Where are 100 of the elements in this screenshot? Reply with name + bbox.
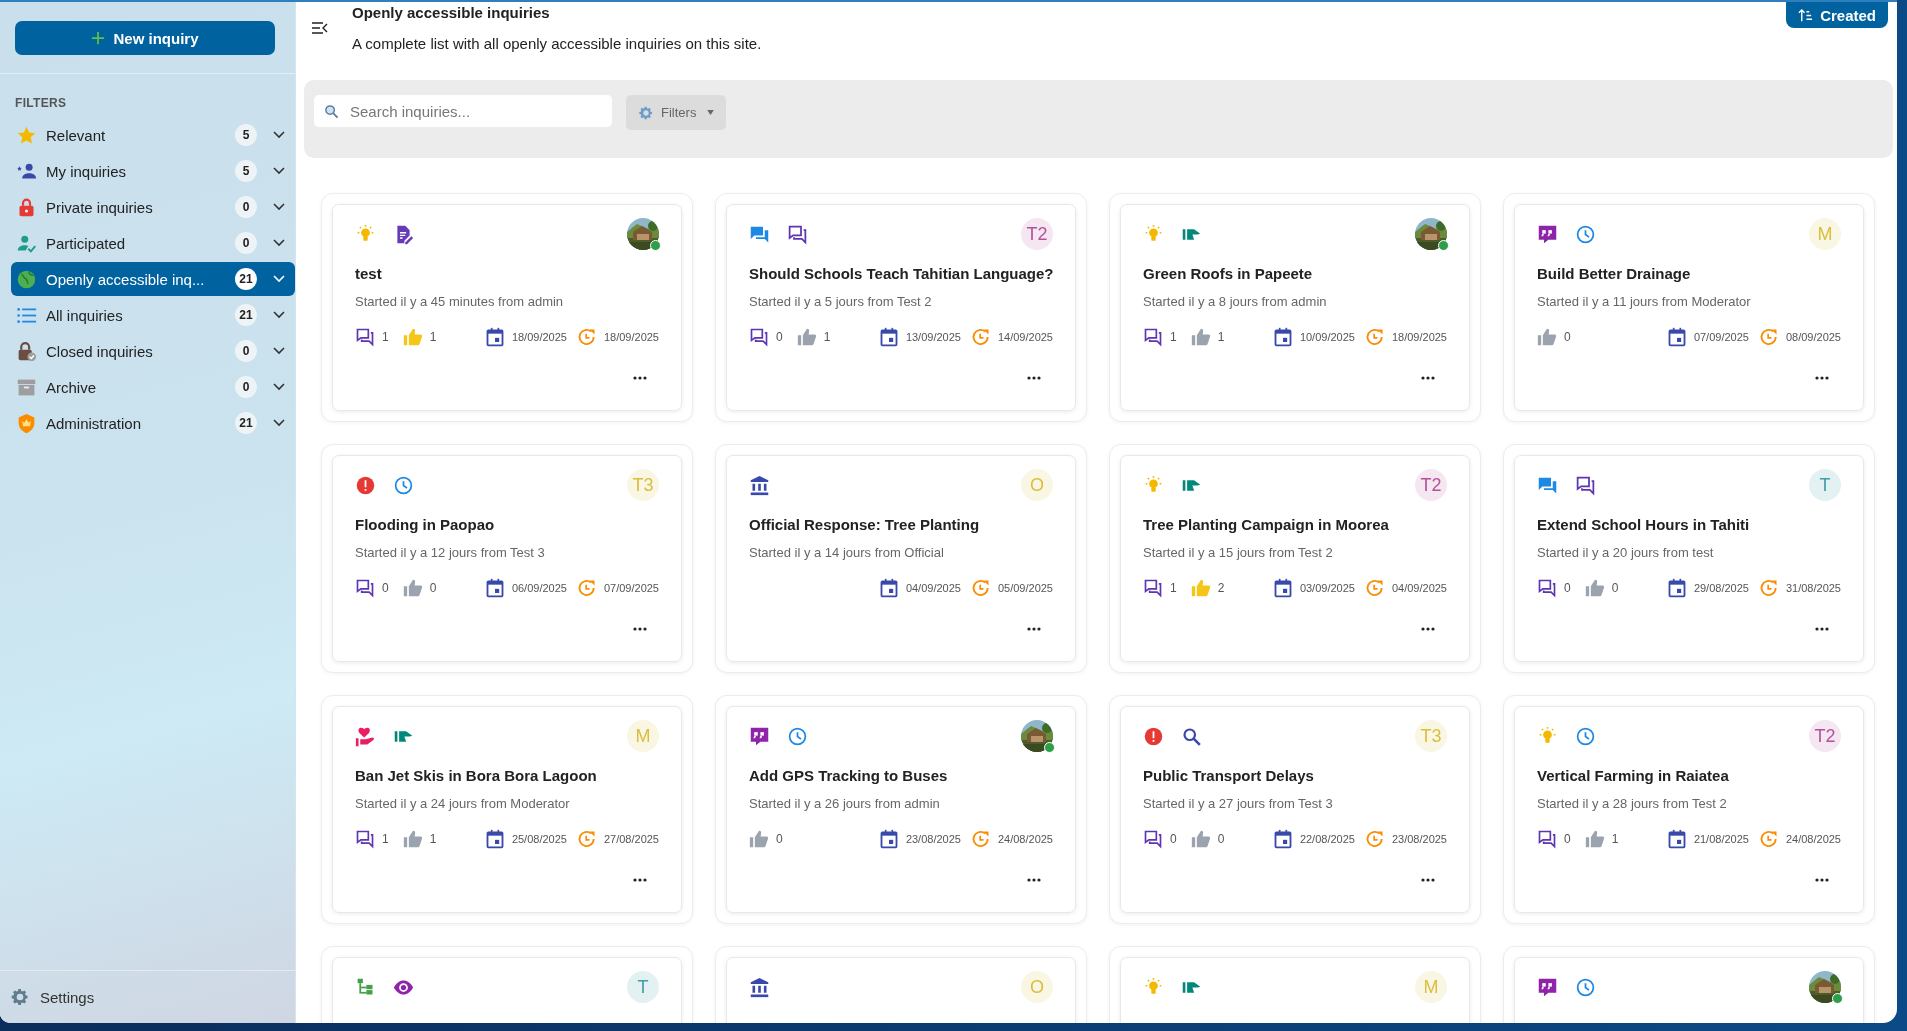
thumbs-up-icon[interactable] <box>402 578 423 598</box>
thumbs-up-icon[interactable] <box>749 829 769 849</box>
created-date: 21/08/2025 <box>1693 833 1749 845</box>
inquiry-card[interactable]: Green Roofs in Papeete Started il y a 8 jours from admin 1 1 10/09/2025 18/09/2025 <box>1120 204 1470 411</box>
new-inquiry-button[interactable]: New inquiry <box>15 21 275 55</box>
page-subtitle: A complete list with all openly accessible inquiries on this site. <box>352 35 763 52</box>
quote-icon <box>1537 976 1558 998</box>
sidebar-item[interactable]: Private inquiries 0 <box>11 190 295 224</box>
more-options-icon[interactable] <box>1815 376 1829 380</box>
more-options-icon[interactable] <box>1815 878 1829 882</box>
thumbs-up-icon[interactable] <box>1190 327 1211 347</box>
more-options-icon[interactable] <box>1421 627 1435 631</box>
update-clock-icon <box>576 327 597 347</box>
more-options-icon[interactable] <box>1421 376 1435 380</box>
sidebar-item[interactable]: My inquiries 5 <box>11 154 295 188</box>
more-options-icon[interactable] <box>1027 376 1041 380</box>
inquiry-card[interactable]: M Build Better Drainage Started il y a 11 jours from Moderator 0 07/09/2025 08/09/2025 <box>1514 204 1864 411</box>
more-options-icon[interactable] <box>1421 878 1435 882</box>
more-options-icon[interactable] <box>1815 627 1829 631</box>
chevron-down-icon[interactable] <box>273 167 285 175</box>
count-badge: 5 <box>235 124 257 146</box>
thumbs-up-icon[interactable] <box>1190 578 1211 598</box>
sort-button[interactable]: Created <box>1786 2 1888 28</box>
sidebar-item[interactable]: Participated 0 <box>11 226 295 260</box>
count-badge: 5 <box>235 160 257 182</box>
thumbs-up-icon[interactable] <box>1190 829 1211 849</box>
count-badge: 0 <box>235 196 257 218</box>
inquiry-card[interactable]: Add GPS Tracking to Buses Started il y a 26 jours from admin 0 23/08/2025 24/08/2025 <box>726 706 1076 913</box>
menu-icon[interactable] <box>312 22 328 34</box>
thumbs-up-icon[interactable] <box>402 327 423 347</box>
inquiry-card[interactable]: T3 Flooding in Paopao Started il y a 12 jours from Test 3 0 0 06/09/2025 07/09/2025 <box>332 455 682 662</box>
chevron-down-icon[interactable] <box>273 131 285 139</box>
card-meta: Started il y a 11 jours from Moderator <box>1537 294 1752 309</box>
more-options-icon[interactable] <box>633 878 647 882</box>
sidebar-item[interactable]: Archive 0 <box>11 370 295 404</box>
updated-date: 07/09/2025 <box>603 582 659 594</box>
user-avatar: T2 <box>1021 218 1053 250</box>
thumbs-up-icon[interactable] <box>1584 578 1605 598</box>
bank-icon <box>749 474 770 496</box>
chevron-down-icon[interactable] <box>273 203 285 211</box>
card-meta: Started il y a 15 jours from Test 2 <box>1143 545 1334 560</box>
user-avatar: T <box>627 971 659 1003</box>
inquiry-card[interactable]: T2 Vertical Farming in Raiatea Started il y a 28 jours from Test 2 0 1 21/08/2025 24/08/2025 <box>1514 706 1864 913</box>
chevron-down-icon[interactable] <box>273 383 285 391</box>
chevron-down-icon[interactable] <box>273 239 285 247</box>
inquiry-card[interactable]: O Official Response: Tree Planting Started il y a 14 jours from Official 04/09/2025 05/09/2025 <box>726 455 1076 662</box>
calendar-icon <box>1666 578 1687 598</box>
online-status-icon <box>1044 742 1055 753</box>
inquiry-card[interactable]: T2 Tree Planting Campaign in Moorea Started il y a 15 jours from Test 2 1 2 03/09/2025 04/09/2025 <box>1120 455 1470 662</box>
comments-icon <box>749 327 769 347</box>
chevron-down-icon[interactable] <box>273 311 285 319</box>
globe-icon <box>16 268 37 290</box>
more-options-icon[interactable] <box>1027 627 1041 631</box>
more-options-icon[interactable] <box>633 376 647 380</box>
sidebar-item[interactable]: All inquiries 21 <box>11 298 295 332</box>
updated-date: 31/08/2025 <box>1785 582 1841 594</box>
online-status-icon <box>1438 240 1449 251</box>
calendar-icon <box>1272 327 1293 347</box>
card-title: Public Transport Delays <box>1143 767 1315 784</box>
filters-button[interactable]: Filters <box>626 95 727 130</box>
lock-check-icon <box>16 340 37 362</box>
more-options-icon[interactable] <box>1027 878 1041 882</box>
settings-item[interactable]: Settings <box>0 970 295 1023</box>
calendar-icon <box>878 829 899 849</box>
count-badge: 21 <box>235 268 257 290</box>
count-badge: 21 <box>235 304 257 326</box>
card-meta: Started il y a 12 jours from Test 3 <box>355 545 546 560</box>
inquiry-card[interactable]: T2 Should Schools Teach Tahitian Language? Started il y a 5 jours from Test 2 0 1 13/09/2025 14/09/2025 <box>726 204 1076 411</box>
thumbs-up-icon[interactable] <box>1537 327 1557 347</box>
quote-icon <box>749 725 770 747</box>
sidebar-item[interactable]: Relevant 5 <box>11 118 295 152</box>
sidebar-item[interactable]: Closed inquiries 0 <box>11 334 295 368</box>
discussion-icon <box>787 223 808 245</box>
thumbs-up-icon[interactable] <box>796 327 817 347</box>
chevron-down-icon[interactable] <box>273 419 285 427</box>
like-count: 0 <box>776 832 783 846</box>
update-clock-icon <box>1758 578 1779 598</box>
like-count: 1 <box>429 832 437 846</box>
thumbs-up-icon[interactable] <box>402 829 423 849</box>
discussion-icon <box>1575 474 1596 496</box>
search-field[interactable]: Search inquiries... <box>314 95 612 127</box>
sort-icon <box>1798 7 1814 23</box>
sidebar-item[interactable]: Administration 21 <box>11 406 295 440</box>
updated-date: 24/08/2025 <box>997 833 1053 845</box>
comments-icon <box>1143 327 1163 347</box>
more-options-icon[interactable] <box>633 627 647 631</box>
update-clock-icon <box>576 829 597 849</box>
inquiry-card[interactable]: M Ban Jet Skis in Bora Bora Lagoon Started il y a 24 jours from Moderator 1 1 25/08/2025 27/08/2025 <box>332 706 682 913</box>
thumbs-up-icon[interactable] <box>1584 829 1605 849</box>
chevron-down-icon[interactable] <box>273 347 285 355</box>
inquiry-card[interactable]: T Extend School Hours in Tahiti Started il y a 20 jours from test 0 0 29/08/2025 31/08/2025 <box>1514 455 1864 662</box>
gear-icon <box>638 104 654 121</box>
inquiry-card[interactable]: test Started il y a 45 minutes from admin 1 1 18/09/2025 18/09/2025 <box>332 204 682 411</box>
card-title: Green Roofs in Papeete <box>1143 265 1314 282</box>
created-date: 03/09/2025 <box>1299 582 1355 594</box>
comment-count: 0 <box>1564 581 1571 595</box>
page-title: Openly accessible inquiries <box>352 4 551 21</box>
sidebar-item[interactable]: Openly accessible inq... 21 <box>11 262 295 296</box>
inquiry-card[interactable]: T3 Public Transport Delays Started il y a 27 jours from Test 3 0 0 22/08/2025 23/08/2025 <box>1120 706 1470 913</box>
comments-icon <box>1143 829 1163 849</box>
